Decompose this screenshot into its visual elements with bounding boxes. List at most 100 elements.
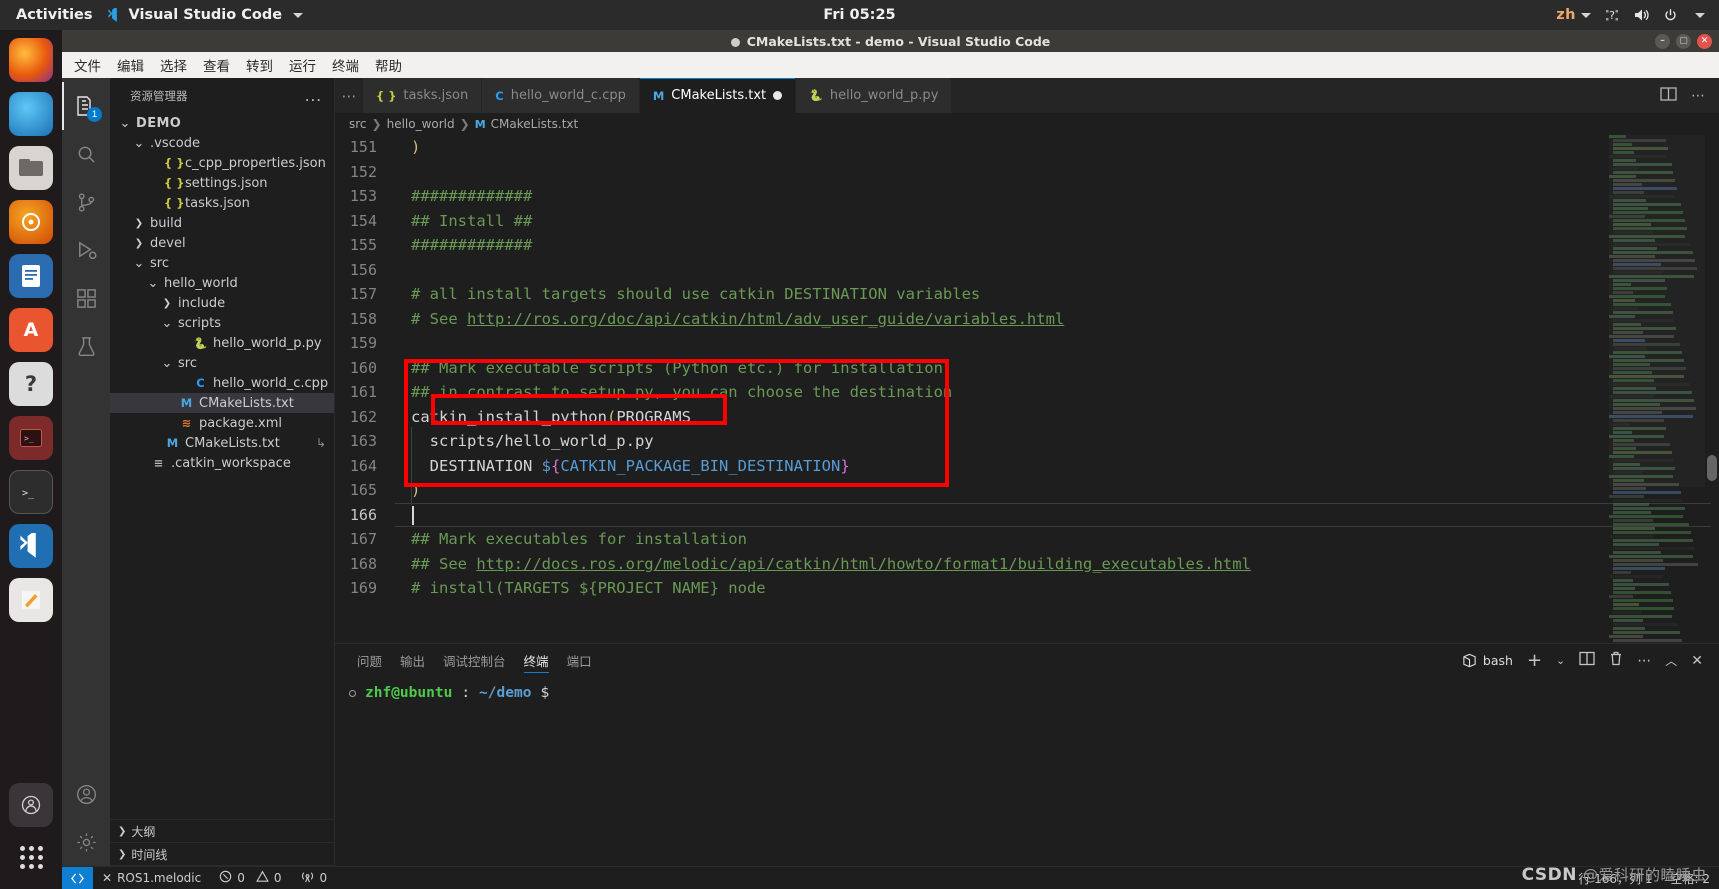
dock-trash-icon[interactable] (9, 783, 53, 827)
code-line-168[interactable]: 168 ## See http://docs.ros.org/melodic/ap… (335, 552, 1719, 577)
editor-more-actions-icon[interactable]: ⋯ (1691, 88, 1705, 104)
add-terminal-icon[interactable]: + (1527, 651, 1542, 670)
sidebar-section-outline[interactable]: ❯ 大纲 (110, 820, 334, 843)
tree-item-include[interactable]: ❯ include (110, 293, 334, 313)
code-link[interactable]: http://ros.org/doc/api/catkin/html/adv_u… (467, 310, 1064, 328)
sidebar-item-search[interactable] (62, 130, 110, 178)
code-line-154[interactable]: 154 ## Install ## (335, 209, 1719, 234)
menu-view[interactable]: 查看 (203, 55, 230, 75)
panel-tab-调试控制台[interactable]: 调试控制台 (443, 644, 506, 677)
code-line-164[interactable]: 164 DESTINATION ${CATKIN_PACKAGE_BIN_DES… (335, 451, 1719, 480)
panel-tab-问题[interactable]: 问题 (357, 644, 382, 677)
close-button[interactable]: ✕ (1697, 33, 1712, 49)
menu-run[interactable]: 运行 (289, 55, 316, 75)
code-line-151[interactable]: 151) (335, 135, 1719, 160)
active-app-menu[interactable]: Visual Studio Code (107, 5, 304, 23)
sidebar-section-timeline[interactable]: ❯ 时间线 (110, 843, 334, 866)
tree-item-build[interactable]: ❯ build (110, 213, 334, 233)
code-line-166[interactable]: 166 (335, 502, 1719, 528)
code-link[interactable]: http://docs.ros.org/melodic/api/catkin/h… (476, 555, 1251, 573)
dock-rhythmbox-icon[interactable] (9, 200, 53, 244)
breadcrumb-item-hello-world[interactable]: hello_world (387, 117, 455, 131)
tree-item--vscode[interactable]: ⌄ .vscode (110, 133, 334, 153)
split-editor-icon[interactable] (1660, 86, 1677, 106)
status-problems[interactable]: 0 0 (210, 867, 290, 889)
minimap[interactable] (1609, 135, 1705, 643)
tree-item-hello-world-c-cpp[interactable]: Chello_world_c.cpp (110, 373, 334, 393)
code-line-159[interactable]: 159 (335, 331, 1719, 356)
dock-terminal-red-icon[interactable]: >_ (9, 416, 53, 460)
terminal-output[interactable]: zhf@ubuntu: ~/demo $ (335, 677, 1719, 866)
code-line-167[interactable]: 167 ## Mark executables for installation (335, 527, 1719, 552)
menu-terminal[interactable]: 终端 (332, 55, 359, 75)
tree-item-settings-json[interactable]: { } settings.json (110, 173, 334, 193)
code-line-157[interactable]: 157 # all install targets should use catk… (335, 282, 1719, 307)
tree-item-devel[interactable]: ❯ devel (110, 233, 334, 253)
dock-software-icon[interactable]: A (9, 308, 53, 352)
menu-file[interactable]: 文件 (74, 55, 101, 75)
tree-item-demo[interactable]: ⌄ DEMO (110, 113, 334, 133)
sidebar-item-testing[interactable] (62, 322, 110, 370)
explorer-more-actions-icon[interactable]: ... (305, 87, 322, 105)
account-icon[interactable] (62, 770, 110, 818)
tree-item-tasks-json[interactable]: { } tasks.json (110, 193, 334, 213)
code-line-155[interactable]: 155 ############# (335, 233, 1719, 258)
sidebar-item-explorer[interactable]: 1 (62, 82, 110, 130)
volume-icon[interactable] (1633, 7, 1650, 23)
breadcrumb-item-cmakelists[interactable]: CMakeLists.txt (491, 117, 579, 131)
panel-tab-输出[interactable]: 输出 (400, 644, 425, 677)
terminal-shell-selector[interactable]: bash (1462, 653, 1513, 668)
remote-window-indicator[interactable] (62, 866, 93, 889)
power-icon[interactable] (1663, 8, 1678, 23)
trash-icon[interactable] (1609, 651, 1623, 670)
code-line-162[interactable]: 162 catkin_install_python(PROGRAMS (335, 405, 1719, 430)
status-indentation[interactable]: 空格: 2 (1662, 867, 1719, 889)
sidebar-item-source-control[interactable] (62, 178, 110, 226)
close-panel-icon[interactable]: ✕ (1691, 653, 1703, 669)
code-line-161[interactable]: 161 ## in contrast to setup.py, you can c… (335, 380, 1719, 405)
split-terminal-icon[interactable] (1579, 651, 1595, 670)
minimap-slider[interactable] (1609, 135, 1705, 487)
menu-selection[interactable]: 选择 (160, 55, 187, 75)
dock-firefox-icon[interactable] (9, 38, 53, 82)
menu-help[interactable]: 帮助 (375, 55, 402, 75)
dock-help-icon[interactable]: ? (9, 362, 53, 406)
editor-tab-hello-world-c-cpp[interactable]: Chello_world_c.cpp (482, 78, 640, 113)
status-cursor-position[interactable]: 行 166，列 1 (1569, 867, 1661, 889)
status-ros-version[interactable]: ✕ ROS1.melodic (93, 867, 210, 889)
dock-thunderbird-icon[interactable] (9, 92, 53, 136)
tree-item--catkin-workspace[interactable]: ≡ .catkin_workspace (110, 453, 334, 473)
maximize-button[interactable]: ▢ (1676, 33, 1691, 49)
tab-dirty-indicator-icon[interactable] (773, 91, 783, 100)
code-line-169[interactable]: 169 # install(TARGETS ${PROJECT NAME} nod… (335, 576, 1719, 601)
dock-vscode-icon[interactable] (9, 524, 53, 568)
dock-text-editor-icon[interactable] (9, 578, 53, 622)
gear-icon[interactable] (62, 818, 110, 866)
tree-item-hello-world[interactable]: ⌄ hello_world (110, 273, 334, 293)
menu-go[interactable]: 转到 (246, 55, 273, 75)
activities-button[interactable]: Activities (0, 7, 107, 23)
editor-tab-tasks-json[interactable]: { } tasks.json (363, 78, 483, 113)
chevron-down-icon[interactable]: ⌄ (1556, 654, 1565, 667)
chevron-down-icon[interactable] (1695, 12, 1705, 18)
tabs-overflow-icon[interactable]: ⋯ (335, 78, 363, 113)
panel-tab-终端[interactable]: 终端 (523, 644, 549, 677)
tree-item-cmakelists-txt[interactable]: M CMakeLists.txt (110, 393, 334, 413)
panel-more-actions-icon[interactable]: ⋯ (1637, 653, 1651, 669)
code-line-156[interactable]: 156 (335, 258, 1719, 283)
minimize-button[interactable]: – (1655, 33, 1670, 49)
tree-item-src[interactable]: ⌄ src (110, 253, 334, 273)
tree-item-src[interactable]: ⌄ src (110, 353, 334, 373)
code-line-163[interactable]: 163 scripts/hello_world_p.py (335, 427, 1719, 456)
status-ros-master[interactable]: 0 (291, 867, 337, 889)
breadcrumb-item-src[interactable]: src (349, 117, 367, 131)
code-line-153[interactable]: 153 ############# (335, 184, 1719, 209)
code-line-152[interactable]: 152 (335, 160, 1719, 185)
help-icon[interactable]: ? (1604, 7, 1620, 23)
panel-tab-端口[interactable]: 端口 (567, 644, 592, 677)
editor-tab-cmakelists-txt[interactable]: M CMakeLists.txt (639, 78, 797, 113)
maximize-panel-icon[interactable]: ︿ (1665, 652, 1677, 669)
code-line-160[interactable]: 160 ## Mark executable scripts (Python et… (335, 356, 1719, 381)
sidebar-item-extensions[interactable] (62, 274, 110, 322)
dock-libreoffice-writer-icon[interactable] (9, 254, 53, 298)
